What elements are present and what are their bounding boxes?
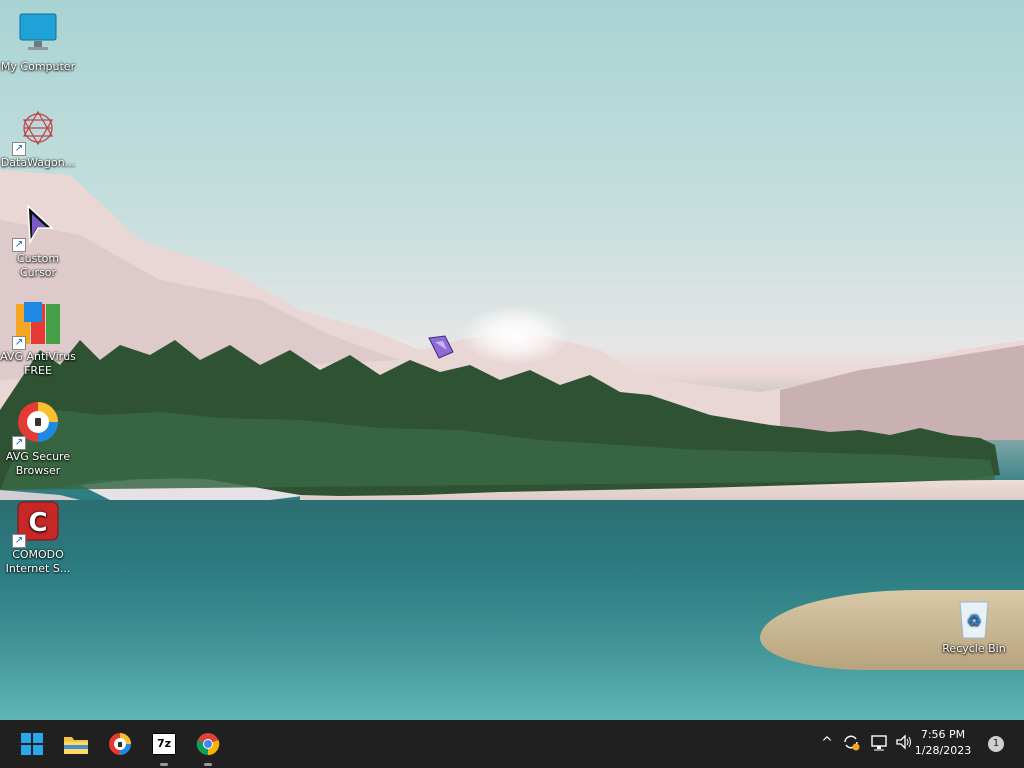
windows-start-icon bbox=[21, 733, 43, 755]
shortcut-arrow-icon: ↗ bbox=[12, 534, 26, 548]
clock-date: 1/28/2023 bbox=[914, 744, 972, 757]
running-indicator bbox=[204, 763, 212, 766]
datawagon-icon: ↗ bbox=[12, 106, 62, 156]
taskbar: 7z ^ 7:56 PM 1/28/2023 1 bbox=[0, 720, 1024, 768]
avg-secure-browser-icon: ↗ bbox=[12, 400, 62, 450]
network-icon[interactable] bbox=[868, 732, 890, 754]
tray-overflow-chevron[interactable]: ^ bbox=[816, 732, 838, 754]
monitor-icon bbox=[14, 10, 62, 58]
desktop-icon-custom-cursor[interactable]: ↗ Custom Cursor bbox=[0, 202, 76, 280]
desktop-icon-label: AVG Secure Browser bbox=[5, 450, 71, 477]
desktop-icon-comodo[interactable]: C ↗ COMODO Internet S... bbox=[0, 498, 76, 576]
clock-time: 7:56 PM bbox=[920, 728, 966, 741]
avg-secure-browser-icon bbox=[109, 733, 131, 755]
taskbar-file-explorer[interactable] bbox=[60, 728, 92, 760]
shortcut-arrow-icon: ↗ bbox=[12, 142, 26, 156]
notification-badge[interactable]: 1 bbox=[988, 736, 1004, 752]
desktop-icon-datawagon[interactable]: ↗ DataWagon... bbox=[0, 106, 76, 170]
desktop-icon-label: COMODO Internet S... bbox=[5, 548, 71, 575]
desktop-icon-label: Custom Cursor bbox=[16, 252, 60, 279]
start-button[interactable] bbox=[16, 728, 48, 760]
svg-text:♻: ♻ bbox=[967, 611, 981, 630]
7zip-icon: 7z bbox=[152, 733, 176, 755]
mouse-cursor-icon bbox=[427, 334, 455, 366]
desktop-icon-label: DataWagon... bbox=[0, 156, 76, 169]
file-explorer-icon bbox=[64, 737, 88, 754]
desktop-icon-avg-antivirus[interactable]: ↗ AVG AntiVirus FREE bbox=[0, 300, 76, 378]
desktop-icon-my-computer[interactable]: My Computer bbox=[0, 10, 76, 74]
desktop-icon-label: Recycle Bin bbox=[942, 642, 1006, 655]
cursor-arrow-icon: ↗ bbox=[12, 202, 62, 252]
desktop[interactable]: My Computer ↗ DataWagon... ↗ Custom Curs… bbox=[0, 0, 1024, 720]
avg-antivirus-icon: ↗ bbox=[12, 300, 62, 350]
desktop-icon-avg-secure-browser[interactable]: ↗ AVG Secure Browser bbox=[0, 400, 76, 478]
taskbar-avg-secure-browser[interactable] bbox=[104, 728, 136, 760]
running-indicator bbox=[160, 763, 168, 766]
svg-text:C: C bbox=[28, 508, 47, 538]
taskbar-clock[interactable]: 7:56 PM 1/28/2023 bbox=[908, 727, 978, 759]
desktop-icon-recycle-bin[interactable]: ♻ Recycle Bin bbox=[936, 598, 1012, 656]
desktop-icon-label: AVG AntiVirus FREE bbox=[0, 350, 76, 377]
desktop-icon-label: My Computer bbox=[0, 60, 76, 73]
shortcut-arrow-icon: ↗ bbox=[12, 238, 26, 252]
sync-icon[interactable] bbox=[840, 732, 862, 754]
shortcut-arrow-icon: ↗ bbox=[12, 336, 26, 350]
shortcut-arrow-icon: ↗ bbox=[12, 436, 26, 450]
comodo-icon: C ↗ bbox=[12, 498, 62, 548]
taskbar-chrome[interactable] bbox=[192, 728, 224, 766]
taskbar-7zip[interactable]: 7z bbox=[148, 728, 180, 766]
chrome-icon bbox=[196, 733, 220, 756]
recycle-bin-icon: ♻ bbox=[954, 598, 994, 640]
